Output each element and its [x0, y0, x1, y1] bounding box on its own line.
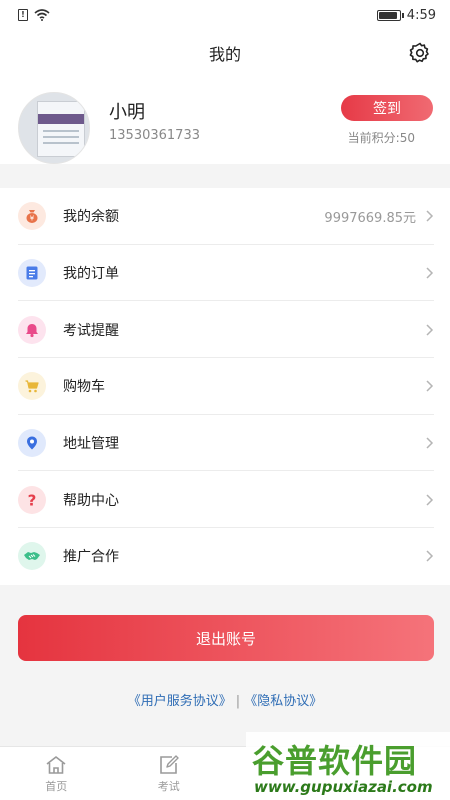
question-icon: ?	[18, 485, 46, 514]
gear-icon[interactable]	[408, 41, 432, 65]
menu-label-promotion: 推广合作	[63, 549, 119, 566]
page-header: 我的	[0, 30, 450, 76]
tab-label-home: 首页	[45, 780, 68, 793]
logout-button[interactable]: 退出账号	[18, 615, 434, 661]
status-bar: ! 4:59	[0, 0, 450, 30]
svg-text:?: ?	[28, 492, 37, 508]
menu-label-orders: 我的订单	[63, 266, 119, 283]
chevron-right-icon	[426, 210, 434, 222]
battery-icon	[376, 9, 404, 21]
watermark-logo: 谷普软件园 www.gupuxiazai.com	[246, 732, 450, 800]
menu-item-orders[interactable]: 我的订单	[0, 245, 450, 302]
chevron-right-icon	[426, 324, 434, 336]
menu-item-balance[interactable]: ¥ 我的余额 9997669.85元	[0, 188, 450, 245]
menu-list: ¥ 我的余额 9997669.85元 我的订单 考试提醒 购物车 地址管理 ? …	[0, 188, 450, 585]
chevron-right-icon	[426, 550, 434, 562]
location-icon	[18, 429, 46, 458]
tab-exam[interactable]: 考试	[113, 747, 226, 800]
user-agreement-link[interactable]: 《用户服务协议》	[128, 694, 232, 709]
status-right: 4:59	[376, 7, 436, 23]
menu-item-address[interactable]: 地址管理	[0, 415, 450, 472]
menu-item-promotion[interactable]: 推广合作	[0, 528, 450, 585]
chevron-right-icon	[426, 494, 434, 506]
privacy-agreement-link[interactable]: 《隐私协议》	[244, 694, 322, 709]
menu-label-address: 地址管理	[63, 436, 119, 453]
wifi-icon	[34, 9, 50, 21]
checkin-button[interactable]: 签到	[341, 95, 433, 121]
menu-label-cart: 购物车	[63, 379, 105, 396]
profile-card: 小明 13530361733 签到 当前积分:50	[0, 76, 450, 176]
points-text: 当前积分:50	[347, 131, 415, 145]
status-left: !	[18, 9, 50, 21]
tab-label-exam: 考试	[157, 780, 180, 793]
menu-item-exam-reminder[interactable]: 考试提醒	[0, 301, 450, 359]
home-icon	[46, 756, 66, 774]
cart-icon	[18, 372, 46, 401]
menu-label-balance: 我的余额	[63, 209, 119, 226]
page-title: 我的	[208, 45, 241, 64]
menu-label-help: 帮助中心	[63, 492, 119, 509]
menu-item-help[interactable]: ? 帮助中心	[0, 471, 450, 529]
watermark-main-text: 谷普软件园	[252, 742, 418, 780]
sim-alert-icon: !	[18, 9, 28, 21]
chevron-right-icon	[426, 380, 434, 392]
menu-item-cart[interactable]: 购物车	[0, 358, 450, 415]
agreement-links: 《用户服务协议》 | 《隐私协议》	[0, 690, 450, 709]
svg-text:¥: ¥	[30, 215, 35, 223]
order-icon	[18, 259, 46, 288]
avatar-book-image	[37, 101, 85, 157]
chevron-right-icon	[426, 267, 434, 279]
balance-value: 9997669.85元	[324, 210, 416, 226]
watermark-url-text: www.gupuxiazai.com	[254, 778, 433, 796]
user-phone: 13530361733	[109, 128, 200, 143]
user-name: 小明	[109, 102, 145, 123]
bell-icon	[18, 315, 46, 344]
money-bag-icon: ¥	[18, 202, 46, 231]
status-time: 4:59	[406, 7, 436, 23]
agreement-separator: |	[235, 694, 241, 709]
chevron-right-icon	[426, 437, 434, 449]
menu-label-exam-reminder: 考试提醒	[63, 322, 119, 339]
tab-home[interactable]: 首页	[0, 747, 113, 800]
exam-edit-icon	[159, 755, 179, 774]
avatar[interactable]	[18, 92, 90, 164]
handshake-icon	[18, 542, 46, 571]
